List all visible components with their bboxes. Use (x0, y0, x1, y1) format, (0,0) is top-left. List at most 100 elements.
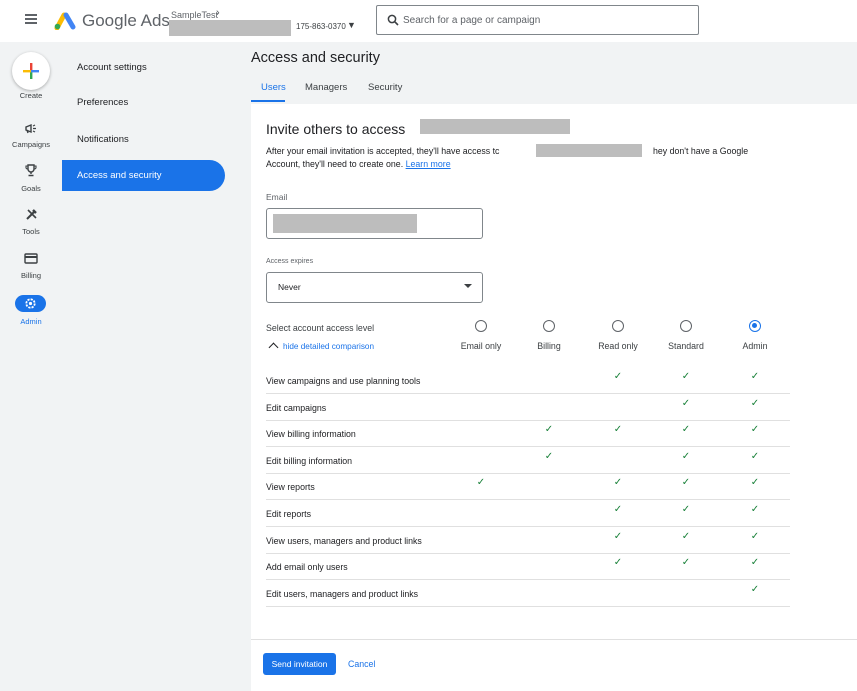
email-field[interactable] (266, 208, 483, 239)
search-icon (387, 14, 399, 26)
search-bar[interactable] (376, 5, 699, 35)
search-input[interactable] (403, 12, 693, 28)
permission-label: View users, managers and product links (266, 535, 422, 546)
check-icon: ✓ (681, 530, 691, 542)
access-level-billing[interactable]: Billing (515, 320, 583, 351)
subnav-item-notifications[interactable]: Notifications (62, 124, 225, 155)
access-level-label: Select account access level (266, 323, 375, 333)
radio-email-only[interactable] (475, 320, 487, 332)
billing-label[interactable]: Billing (0, 271, 62, 280)
account-name[interactable]: SampleTest (171, 10, 218, 20)
email-label: Email (266, 192, 288, 202)
campaigns-label[interactable]: Campaigns (0, 140, 62, 149)
check-icon: ✓ (544, 424, 554, 436)
check-icon: ✓ (750, 371, 760, 382)
redacted-description (536, 144, 642, 157)
check-icon: ✓ (681, 397, 691, 409)
check-icon: ✓ (750, 583, 760, 595)
check-icon: ✓ (476, 477, 486, 489)
radio-billing[interactable] (543, 320, 555, 332)
check-icon: ✓ (681, 557, 691, 569)
brand-name: Google Ads (82, 11, 170, 30)
permission-label: Edit campaigns (266, 402, 327, 413)
radio-read-only[interactable] (612, 320, 624, 332)
create-label[interactable]: Create (0, 91, 62, 100)
check-icon: ✓ (750, 397, 760, 409)
check-icon: ✓ (750, 450, 760, 462)
radio-standard[interactable] (680, 320, 692, 332)
check-icon: ✓ (681, 424, 691, 436)
table-row: View reports ✓ ✓ ✓ ✓ (266, 473, 790, 501)
check-icon: ✓ (613, 530, 623, 542)
google-ads-logo (54, 12, 76, 30)
chevron-right-icon[interactable]: › (216, 7, 220, 19)
create-button[interactable] (12, 52, 50, 90)
admin-label[interactable]: Admin (0, 317, 62, 326)
check-icon: ✓ (613, 504, 623, 515)
admin-nav-item[interactable] (15, 295, 46, 312)
table-row: View billing information ✓ ✓ ✓ ✓ (266, 420, 790, 448)
table-row: Edit reports ✓ ✓ ✓ (266, 500, 790, 527)
tools-icon[interactable] (21, 208, 41, 224)
permission-label: View reports (266, 482, 315, 493)
subnav-item-access-and-security[interactable]: Access and security (62, 160, 225, 191)
subnav-item-preferences[interactable]: Preferences (62, 87, 225, 118)
check-icon: ✓ (544, 450, 554, 462)
tools-label[interactable]: Tools (0, 227, 62, 236)
check-icon: ✓ (681, 504, 691, 515)
tab-managers[interactable]: Managers (305, 82, 347, 93)
goals-label[interactable]: Goals (0, 184, 62, 193)
top-app-bar: Google Ads SampleTest › 175-863-0370 ▼ (0, 0, 857, 42)
hide-comparison-toggle[interactable]: hide detailed comparison (266, 342, 374, 353)
trophy-icon[interactable] (21, 164, 41, 180)
permission-label: Add email only users (266, 562, 348, 573)
permission-label: Edit users, managers and product links (266, 588, 419, 599)
check-icon: ✓ (613, 477, 623, 489)
tab-security[interactable]: Security (368, 82, 402, 93)
access-expires-value: Never (278, 282, 301, 292)
access-expires-select[interactable]: Never (266, 272, 483, 303)
invite-card: Invite others to access After your email… (251, 104, 857, 691)
access-level-email-only[interactable]: Email only (447, 320, 515, 351)
cancel-button[interactable]: Cancel (348, 653, 375, 675)
permission-label: View billing information (266, 429, 356, 440)
access-expires-label: Access expires (266, 258, 314, 265)
gear-icon (25, 298, 36, 309)
invite-description-line1-end: hey don't have a Google (653, 146, 749, 156)
access-level-admin[interactable]: Admin (721, 320, 789, 351)
table-row: View campaigns and use planning tools ✓ ✓ ✓ (266, 367, 790, 394)
dropdown-caret-icon (464, 284, 472, 288)
plus-icon (23, 63, 39, 79)
left-rail: Create Campaigns Goals Tools Billing Adm… (0, 42, 62, 691)
radio-admin[interactable] (749, 320, 761, 332)
permission-label: View campaigns and use planning tools (266, 376, 421, 386)
invite-description-line2: Account, they'll need to create one. Lea… (266, 159, 451, 169)
table-row: Edit campaigns ✓ ✓ (266, 394, 790, 421)
active-tab-indicator (251, 100, 285, 102)
permission-label: Edit billing information (266, 455, 353, 466)
redacted-account-title (420, 119, 570, 134)
billing-card-icon[interactable] (21, 252, 41, 268)
table-row: Edit billing information ✓ ✓ ✓ (266, 447, 790, 474)
table-row: Edit users, managers and product links ✓ (266, 580, 790, 607)
account-dropdown-caret-icon[interactable]: ▼ (347, 20, 356, 30)
redacted-email-value (273, 214, 417, 233)
account-id[interactable]: 175-863-0370 (296, 22, 346, 31)
learn-more-link[interactable]: Learn more (406, 159, 451, 169)
table-row: View users, managers and product links ✓ ✓… (266, 527, 790, 554)
footer-divider (251, 639, 857, 640)
check-icon: ✓ (613, 424, 623, 436)
send-invitation-button[interactable]: Send invitation (263, 653, 336, 675)
invite-description-line1: After your email invitation is accepted,… (266, 146, 500, 156)
table-row: Add email only users ✓ ✓ ✓ (266, 553, 790, 581)
permission-label: Edit reports (266, 509, 311, 519)
check-icon: ✓ (750, 557, 760, 569)
access-level-standard[interactable]: Standard (652, 320, 720, 351)
tab-users[interactable]: Users (261, 82, 286, 93)
subnav-item-account-settings[interactable]: Account settings (62, 52, 225, 83)
access-level-read-only[interactable]: Read only (584, 320, 652, 351)
invite-title: Invite others to access (266, 121, 406, 137)
megaphone-icon[interactable] (21, 122, 41, 138)
menu-icon[interactable] (25, 14, 37, 24)
check-icon: ✓ (750, 477, 760, 489)
